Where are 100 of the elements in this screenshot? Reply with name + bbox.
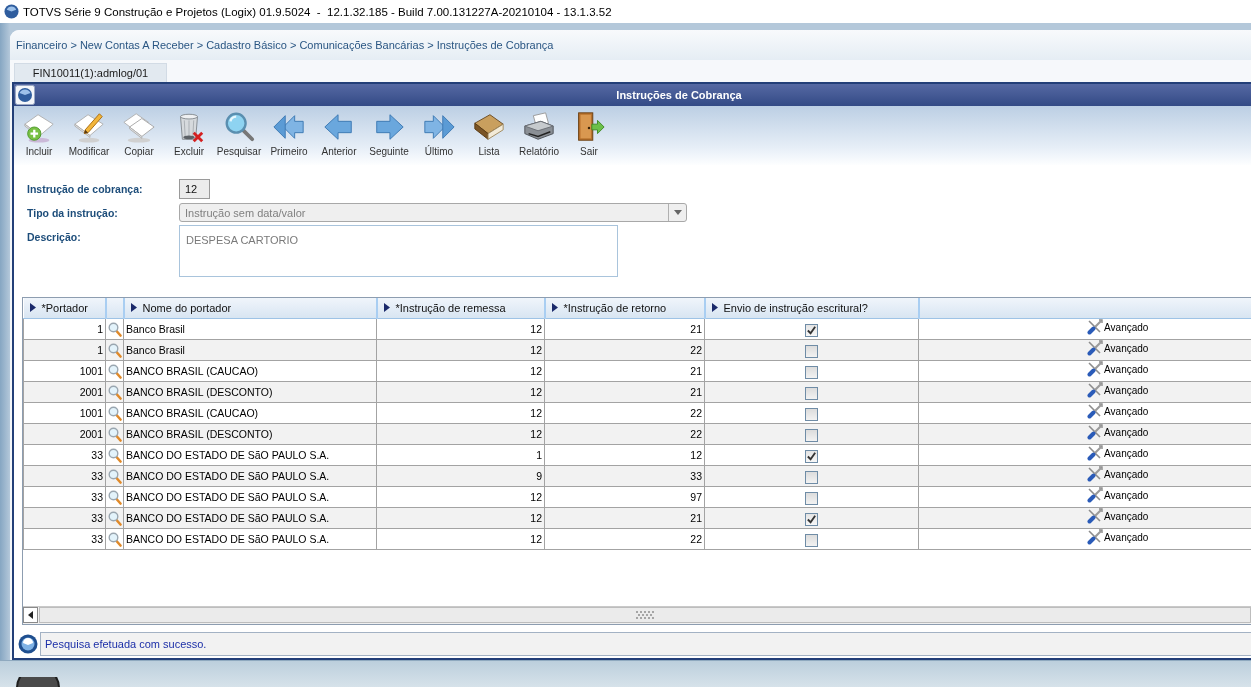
table-cell: BANCO BRASIL (CAUCAO) xyxy=(123,402,377,424)
search-icon[interactable] xyxy=(107,384,122,400)
checkbox[interactable] xyxy=(805,386,818,400)
list-button[interactable]: Lista xyxy=(464,106,514,157)
triangle-icon xyxy=(711,303,718,313)
exit-button[interactable]: Sair xyxy=(564,106,614,157)
table-cell: BANCO BRASIL (DESCONTO) xyxy=(123,381,377,403)
table-cell: 33 xyxy=(23,444,106,466)
documents-icon xyxy=(122,110,156,144)
checkbox[interactable] xyxy=(805,512,818,526)
table-cell: 21 xyxy=(544,318,705,340)
breadcrumb: Financeiro > New Contas A Receber > Cadastro Básico > Comunicações Bancárias > Instruções de Cobrança xyxy=(16,39,554,51)
table-cell: BANCO BRASIL (CAUCAO) xyxy=(123,360,377,382)
logo-icon xyxy=(18,633,38,654)
table-cell: 12 xyxy=(376,402,545,424)
table-cell: 97 xyxy=(544,486,705,508)
search-button[interactable]: Pesquisar xyxy=(214,106,264,157)
table-cell: 2001 xyxy=(23,423,106,445)
logo-icon xyxy=(4,4,19,19)
tools-icon xyxy=(1087,319,1104,335)
table-cell: 12 xyxy=(376,318,545,340)
table-cell: 2001 xyxy=(23,381,106,403)
caret-icon xyxy=(673,210,682,215)
column-header[interactable]: *Portador xyxy=(23,298,106,319)
triangle-icon xyxy=(551,303,558,313)
triangle-icon xyxy=(383,303,390,313)
table-cell: BANCO DO ESTADO DE SãO PAULO S.A. xyxy=(123,486,377,508)
report-button[interactable]: Relatório xyxy=(514,106,564,157)
table-cell: 33 xyxy=(23,528,106,550)
column-header[interactable]: Envio de instrução escritural? xyxy=(704,298,919,319)
search-icon[interactable] xyxy=(107,321,122,337)
document-pencil-icon xyxy=(72,110,106,144)
search-icon[interactable] xyxy=(107,342,122,358)
field-label: Instrução de cobrança: xyxy=(27,183,144,195)
table-cell: 12 xyxy=(376,486,545,508)
search-icon[interactable] xyxy=(107,363,122,379)
checkbox[interactable] xyxy=(805,491,818,505)
advanced-button[interactable]: Avançado xyxy=(1087,403,1149,419)
table-cell: Banco Brasil xyxy=(123,339,377,361)
column-header[interactable]: *Instrução de retorno xyxy=(544,298,705,319)
previous-button[interactable]: Anterior xyxy=(314,106,364,157)
advanced-button[interactable]: Avançado xyxy=(1087,382,1149,398)
table-cell: 1 xyxy=(23,339,106,361)
checkbox[interactable] xyxy=(805,407,818,421)
advanced-button[interactable]: Avançado xyxy=(1087,340,1149,356)
table-cell: BANCO BRASIL (DESCONTO) xyxy=(123,423,377,445)
logo-icon xyxy=(15,85,35,105)
search-icon[interactable] xyxy=(107,489,122,505)
search-icon[interactable] xyxy=(107,468,122,484)
column-header[interactable]: Nome do portador xyxy=(123,298,377,319)
last-button[interactable]: Último xyxy=(414,106,464,157)
table-cell: 22 xyxy=(544,528,705,550)
checkbox[interactable] xyxy=(805,533,818,547)
grip-icon xyxy=(635,611,655,619)
field-label: Tipo da instrução: xyxy=(27,206,119,219)
table-cell: 33 xyxy=(23,465,106,487)
table-cell: 1001 xyxy=(23,360,106,382)
checkbox[interactable] xyxy=(805,323,818,337)
table-cell: 33 xyxy=(23,507,106,529)
advanced-button[interactable]: Avançado xyxy=(1087,319,1149,335)
advanced-button[interactable]: Avançado xyxy=(1087,466,1149,482)
table-cell: Banco Brasil xyxy=(123,318,377,340)
window-title: Instruções de Cobrança xyxy=(615,89,743,101)
search-icon[interactable] xyxy=(107,405,122,421)
advanced-button[interactable]: Avançado xyxy=(1087,508,1149,524)
table-cell: 12 xyxy=(376,360,545,382)
left-triangle-icon xyxy=(28,611,33,619)
table-cell: 12 xyxy=(376,528,545,550)
search-icon[interactable] xyxy=(107,447,122,463)
checkbox[interactable] xyxy=(805,449,818,463)
advanced-button[interactable]: Avançado xyxy=(1087,445,1149,461)
checkbox[interactable] xyxy=(805,344,818,358)
advanced-button[interactable]: Avançado xyxy=(1087,424,1149,440)
field-label: Descrição: xyxy=(27,230,82,243)
advanced-button[interactable]: Avançado xyxy=(1087,529,1149,545)
table-cell: 1 xyxy=(23,318,106,340)
column-header[interactable]: *Instrução de remessa xyxy=(376,298,545,319)
copy-button[interactable]: Copiar xyxy=(114,106,164,157)
next-button[interactable]: Seguinte xyxy=(364,106,414,157)
search-icon[interactable] xyxy=(107,510,122,526)
table-cell: BANCO DO ESTADO DE SãO PAULO S.A. xyxy=(123,507,377,529)
scroll-left-button[interactable] xyxy=(23,607,38,623)
first-button[interactable]: Primeiro xyxy=(264,106,314,157)
search-icon[interactable] xyxy=(107,426,122,442)
search-icon[interactable] xyxy=(107,531,122,547)
checkbox[interactable] xyxy=(805,470,818,484)
advanced-button[interactable]: Avançado xyxy=(1087,487,1149,503)
table-cell: 1 xyxy=(376,444,545,466)
checkbox[interactable] xyxy=(805,365,818,379)
table-cell: BANCO DO ESTADO DE SãO PAULO S.A. xyxy=(123,528,377,550)
delete-button[interactable]: Excluir xyxy=(164,106,214,157)
table-cell: BANCO DO ESTADO DE SãO PAULO S.A. xyxy=(123,444,377,466)
tab[interactable]: FIN10011(1):admlog/01 xyxy=(14,63,167,82)
checkbox[interactable] xyxy=(805,428,818,442)
text-field[interactable]: 12 xyxy=(179,179,210,199)
table-cell: 22 xyxy=(544,402,705,424)
advanced-button[interactable]: Avançado xyxy=(1087,361,1149,377)
add-button[interactable]: Incluir xyxy=(14,106,64,157)
table-cell: BANCO DO ESTADO DE SãO PAULO S.A. xyxy=(123,465,377,487)
edit-button[interactable]: Modificar xyxy=(64,106,114,157)
